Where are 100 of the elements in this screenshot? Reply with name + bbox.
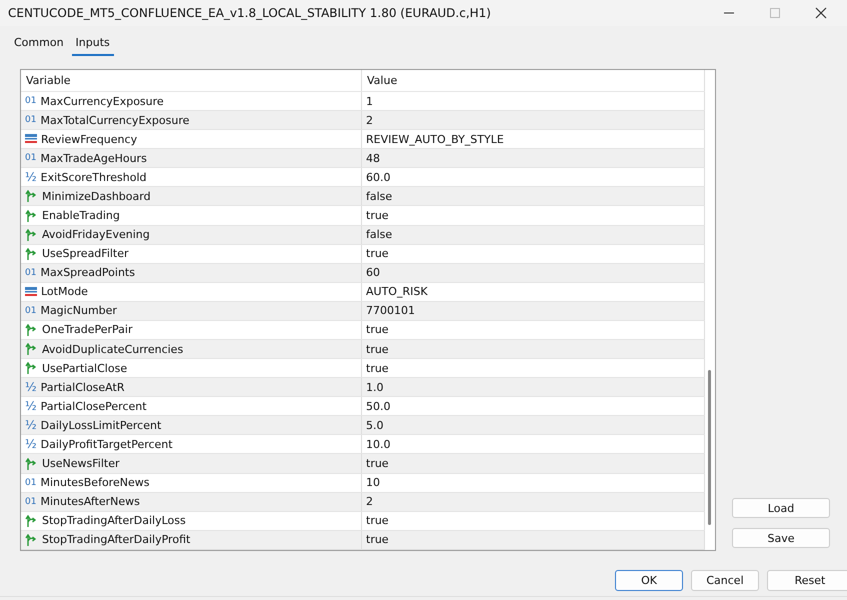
value-cell[interactable]: true (362, 512, 705, 530)
branch-arrow-icon (25, 514, 38, 527)
variable-name: MagicNumber (40, 304, 117, 318)
variable-cell[interactable]: AvoidFridayEvening (21, 226, 362, 244)
variable-cell[interactable]: 01 MaxTradeAgeHours (21, 149, 362, 168)
variable-name: MinimizeDashboard (42, 190, 151, 203)
variable-cell[interactable]: ReviewFrequency (21, 130, 362, 148)
value-cell[interactable]: 48 (362, 149, 705, 168)
variable-cell[interactable]: OneTradePerPair (21, 320, 362, 340)
variable-name: UsePartialClose (42, 362, 128, 375)
value-cell[interactable]: 60.0 (362, 168, 705, 186)
branch-arrow-icon (25, 458, 38, 470)
variable-name: PartialClosePercent (40, 400, 147, 413)
close-icon[interactable] (815, 7, 827, 19)
variable-name: OneTradePerPair (42, 323, 133, 336)
value-cell[interactable]: true (362, 454, 705, 473)
value-cell[interactable]: true (362, 244, 705, 263)
value-cell[interactable]: AUTO_RISK (362, 282, 705, 301)
value-cell[interactable]: false (362, 226, 705, 244)
value-cell[interactable]: REVIEW_AUTO_BY_STYLE (362, 130, 705, 148)
variable-cell[interactable]: 01 MaxSpreadPoints (21, 264, 362, 282)
fraction-icon: ½ (25, 418, 37, 432)
branch-arrow-icon (25, 190, 38, 202)
branch-arrow-icon (25, 343, 38, 356)
variable-cell[interactable]: StopTradingAfterDailyProfit (21, 530, 362, 549)
variable-name: DailyProfitTargetPercent (40, 438, 173, 451)
value-cell[interactable]: true (362, 206, 705, 225)
fraction-icon: ½ (25, 437, 37, 452)
value-cell[interactable]: 5.0 (362, 416, 705, 434)
value-cell[interactable]: 1 (362, 92, 705, 110)
variable-cell[interactable]: 01 MinutesBeforeNews (21, 474, 362, 492)
value-cell[interactable]: true (362, 530, 705, 549)
variable-cell[interactable]: ½ DailyProfitTargetPercent (21, 435, 362, 454)
variable-name: ExitScoreThreshold (40, 170, 146, 184)
variable-name: AvoidFridayEvening (42, 228, 150, 242)
variable-cell[interactable]: LotMode (21, 282, 362, 301)
side-button[interactable]: Load (732, 498, 830, 518)
side-button[interactable]: Save (732, 528, 830, 548)
branch-arrow-icon (25, 210, 38, 222)
variable-cell[interactable]: ½ PartialClosePercent (21, 397, 362, 416)
variable-name: StopTradingAfterDailyProfit (42, 533, 190, 546)
variable-cell[interactable]: 01 MagicNumber (21, 302, 362, 320)
value-cell[interactable]: 10.0 (362, 435, 705, 454)
variable-name: LotMode (41, 285, 88, 298)
tab[interactable]: Common (10, 34, 68, 56)
integer-icon: 01 (25, 115, 36, 126)
integer-icon: 01 (25, 306, 36, 316)
variable-name: MinutesBeforeNews (40, 476, 150, 490)
tab[interactable]: Inputs (72, 34, 114, 56)
branch-arrow-icon (25, 248, 38, 260)
variable-name: ReviewFrequency (41, 132, 138, 146)
variable-cell[interactable]: StopTradingAfterDailyLoss (21, 512, 362, 530)
integer-icon: 01 (25, 496, 36, 507)
variable-name: PartialCloseAtR (40, 380, 124, 394)
branch-arrow-icon (25, 324, 38, 336)
variable-cell[interactable]: UsePartialClose (21, 359, 362, 378)
value-cell[interactable]: 50.0 (362, 397, 705, 416)
fraction-icon: ½ (25, 399, 37, 414)
variable-cell[interactable]: ½ PartialCloseAtR (21, 378, 362, 396)
variable-cell[interactable]: ½ DailyLossLimitPercent (21, 416, 362, 434)
variable-cell[interactable]: EnableTrading (21, 206, 362, 225)
value-cell[interactable]: 60 (362, 264, 705, 282)
value-cell[interactable]: 2 (362, 492, 705, 511)
value-cell[interactable]: true (362, 320, 705, 340)
variable-cell[interactable]: 01 MaxTotalCurrencyExposure (21, 111, 362, 130)
value-cell[interactable]: 7700101 (362, 302, 705, 320)
column-header: Variable (21, 70, 362, 91)
value-cell[interactable]: true (362, 340, 705, 358)
variable-name: MaxTradeAgeHours (40, 152, 147, 165)
value-cell[interactable]: true (362, 359, 705, 378)
variable-cell[interactable]: MinimizeDashboard (21, 187, 362, 206)
enum-icon (25, 134, 37, 144)
value-cell[interactable]: false (362, 187, 705, 206)
variable-name: MinutesAfterNews (40, 495, 140, 508)
variable-cell[interactable]: ½ ExitScoreThreshold (21, 168, 362, 186)
value-cell[interactable]: 10 (362, 474, 705, 492)
integer-icon: 01 (25, 268, 36, 278)
variable-cell[interactable]: 01 MaxCurrencyExposure (21, 92, 362, 110)
fraction-icon: ½ (25, 380, 37, 394)
variable-name: MaxSpreadPoints (40, 266, 135, 280)
value-cell[interactable]: 2 (362, 111, 705, 130)
dialog-button[interactable]: Reset (767, 570, 847, 591)
dialog-button[interactable]: OK (615, 570, 683, 591)
branch-arrow-icon (25, 228, 38, 241)
variable-name: MaxTotalCurrencyExposure (40, 114, 190, 127)
branch-arrow-icon (25, 534, 38, 546)
integer-icon: 01 (25, 96, 36, 106)
integer-icon: 01 (25, 153, 36, 164)
scrollbar-thumb[interactable] (708, 370, 711, 525)
branch-arrow-icon (25, 362, 38, 374)
variable-cell[interactable]: 01 MinutesAfterNews (21, 492, 362, 511)
dialog-button[interactable]: Cancel (691, 570, 759, 591)
variable-name: EnableTrading (42, 209, 120, 222)
variable-cell[interactable]: AvoidDuplicateCurrencies (21, 340, 362, 358)
variable-cell[interactable]: UseNewsFilter (21, 454, 362, 473)
column-header: Value (362, 70, 705, 91)
variable-name: UseSpreadFilter (42, 247, 129, 260)
value-cell[interactable]: 1.0 (362, 378, 705, 396)
variable-cell[interactable]: UseSpreadFilter (21, 244, 362, 263)
variable-name: UseNewsFilter (42, 457, 120, 470)
